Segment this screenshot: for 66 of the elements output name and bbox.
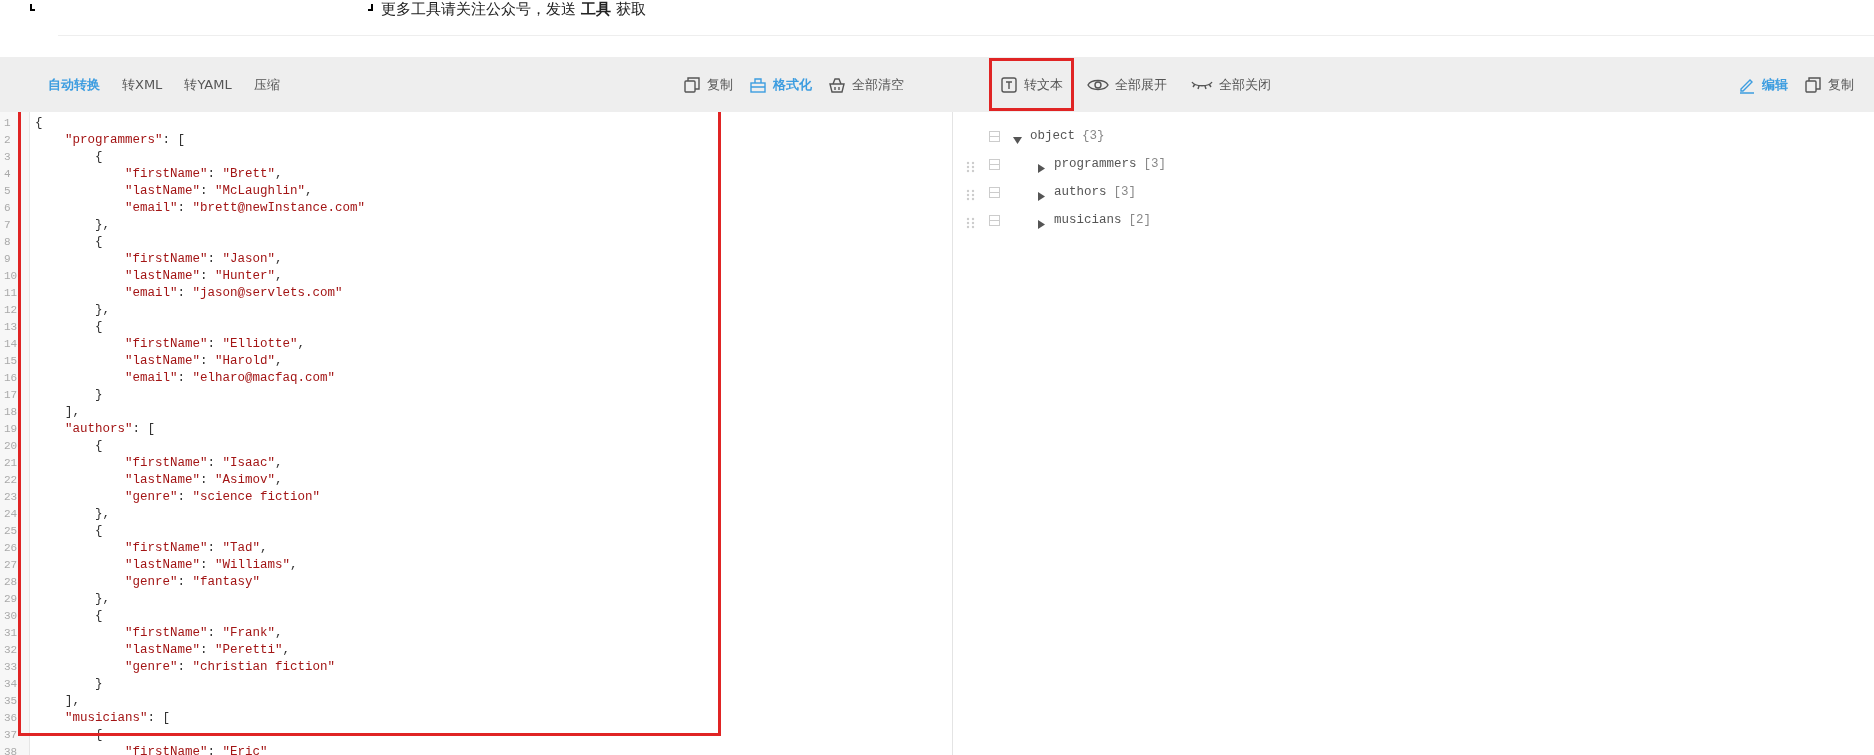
code-line: "lastName": "Hunter", [124,268,283,285]
code-line: "genre": "christian fiction" [124,659,336,676]
node-count: [2] [1128,211,1152,229]
tab[interactable]: 转YAML [176,70,240,99]
code-line: "email": "jason@servlets.com" [124,285,343,302]
toolbar-button[interactable]: 转文本 [992,60,1071,109]
code-line: "email": "elharo@macfaq.com" [124,370,336,387]
code-line: "lastName": "Harold", [124,353,283,370]
tab[interactable]: 转XML [114,70,171,99]
code-line: "lastName": "Asimov", [124,472,283,489]
toolbar-button[interactable]: 复制 [1796,70,1862,99]
checkbox[interactable] [989,186,1000,198]
node-count: [3] [1143,155,1167,173]
code-line: "lastName": "Peretti", [124,642,291,659]
code-line: "firstName": "Jason", [124,251,283,268]
node-label: object [1030,127,1075,145]
code-line: "firstName": "Brett", [124,166,283,183]
node-label: programmers [1054,155,1137,173]
code-line: "lastName": "Williams", [124,557,298,574]
toolbar-button[interactable]: 复制 [675,70,741,99]
copy-icon [683,75,701,94]
toolbar-button[interactable]: 全部关闭 [1183,70,1279,99]
code-line: "lastName": "McLaughlin", [124,183,313,200]
node-label: musicians [1054,211,1122,229]
checkbox[interactable] [989,130,1000,142]
code-line: { [34,115,43,132]
checkbox[interactable] [989,158,1000,170]
code-line: "programmers": [ [64,132,186,149]
code-line: { [94,149,103,166]
code-line: }, [94,302,110,319]
code-line: "email": "brett@newInstance.com" [124,200,366,217]
code-line: } [94,676,103,693]
corner-mark [30,4,35,11]
code-line: "firstName": "Tad", [124,540,268,557]
node-count: {3} [1082,127,1105,145]
code-line: "firstName": "Isaac", [124,455,283,472]
code-line: { [94,523,103,540]
code-line: }, [94,591,110,608]
code-line: { [94,438,103,455]
toolbar-button[interactable]: 全部展开 [1079,70,1175,99]
code-line: "firstName": "Eric" [124,744,268,755]
text-icon [1000,75,1018,94]
code-line: ], [64,404,80,421]
code-line: "genre": "fantasy" [124,574,261,591]
checkbox[interactable] [989,214,1000,226]
toolbar-button[interactable]: 全部清空 [820,70,912,99]
code-line: "firstName": "Frank", [124,625,283,642]
code-line: "musicians": [ [64,710,171,727]
notice-text: 更多工具请关注公众号，发送 工具 获取 [381,0,646,20]
basket-icon [749,75,767,94]
code-line: }, [94,506,110,523]
code-line: "genre": "science fiction" [124,489,321,506]
tab[interactable]: 压缩 [245,70,288,99]
code-line: { [94,608,103,625]
code-line: { [94,234,103,251]
code-line: } [94,387,103,404]
code-line: "firstName": "Elliotte", [124,336,306,353]
code-line: "authors": [ [64,421,156,438]
code-line: }, [94,217,110,234]
copy-icon [1804,75,1822,94]
basket-icon [828,75,846,94]
code-line: ], [64,693,80,710]
corner-mark [368,4,373,11]
node-label: authors [1054,183,1107,201]
node-count: [3] [1113,183,1137,201]
code-line: { [94,319,103,336]
